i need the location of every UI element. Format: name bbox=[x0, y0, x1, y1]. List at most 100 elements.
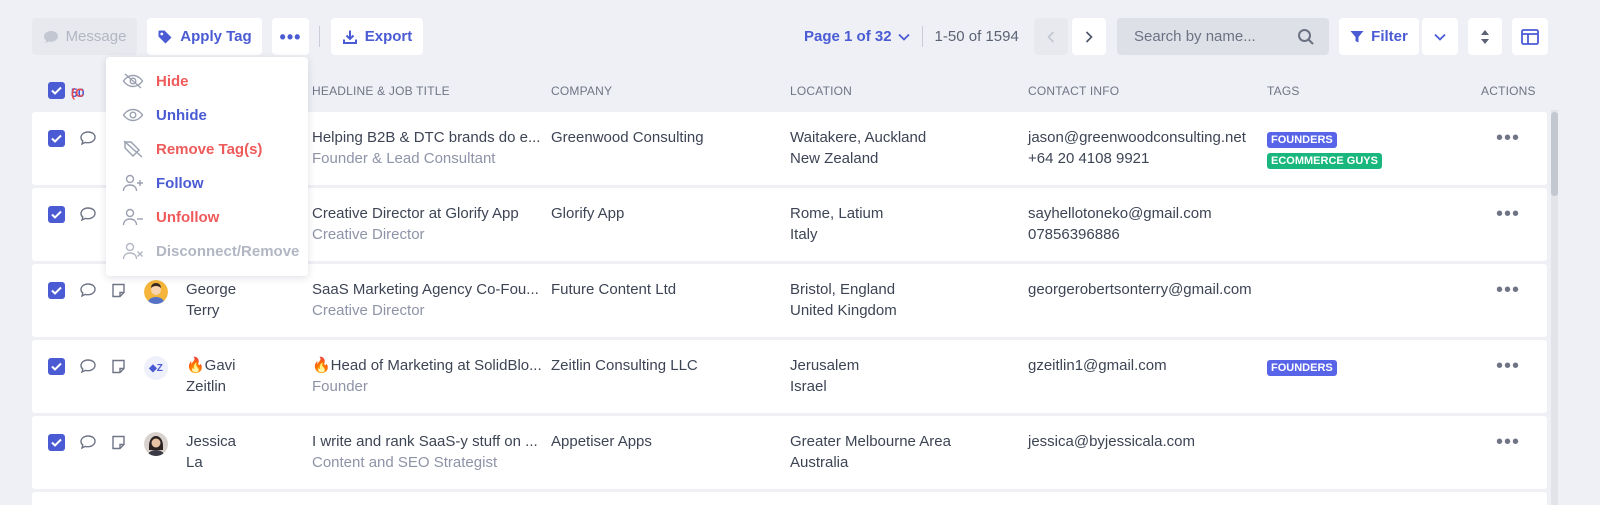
contact-cell: sayhellotoneko@gmail.com 07856396886 bbox=[1028, 203, 1212, 245]
city-text: Rome, Latium bbox=[790, 205, 884, 222]
country-text: Italy bbox=[790, 226, 818, 243]
email-text[interactable]: georgerobertsonterry@gmail.com bbox=[1028, 279, 1252, 300]
tag-off-icon bbox=[122, 140, 148, 158]
note-icon[interactable] bbox=[111, 283, 126, 303]
apply-tag-button[interactable]: Apply Tag bbox=[147, 18, 262, 55]
menu-item-remove-tags[interactable]: Remove Tag(s) bbox=[122, 138, 262, 160]
select-all-checkbox[interactable] bbox=[48, 82, 65, 99]
table-row[interactable]: ◆Z 🔥Gavi Zeitlin 🔥Head of Marketing at S… bbox=[32, 340, 1547, 413]
email-text[interactable]: jason@greenwoodconsulting.net bbox=[1028, 127, 1246, 148]
menu-item-hide[interactable]: Hide bbox=[122, 70, 189, 92]
menu-item-unfollow[interactable]: Unfollow bbox=[122, 206, 219, 228]
location-cell: Bristol, England United Kingdom bbox=[790, 279, 897, 321]
menu-item-follow[interactable]: Follow bbox=[122, 172, 204, 194]
tags-cell: FOUNDERS bbox=[1267, 356, 1337, 377]
menu-item-unhide[interactable]: Unhide bbox=[122, 104, 207, 126]
message-button[interactable]: Message bbox=[32, 18, 137, 55]
note-icon[interactable] bbox=[111, 435, 126, 455]
note-icon[interactable] bbox=[111, 359, 126, 379]
chat-bubble-icon bbox=[43, 29, 59, 45]
message-icon[interactable] bbox=[79, 358, 97, 379]
apply-tag-label: Apply Tag bbox=[180, 28, 252, 45]
menu-item-label: Hide bbox=[156, 72, 189, 90]
header-headline[interactable]: HEADLINE & JOB TITLE bbox=[312, 84, 450, 98]
company-cell: Glorify App bbox=[551, 205, 625, 222]
export-button[interactable]: Export bbox=[331, 18, 423, 55]
filter-label: Filter bbox=[1371, 28, 1408, 45]
message-icon[interactable] bbox=[79, 206, 97, 227]
contact-cell: jason@greenwoodconsulting.net +64 20 410… bbox=[1028, 127, 1246, 169]
header-location[interactable]: LOCATION bbox=[790, 84, 852, 98]
name-cell[interactable]: 🔥Gavi Zeitlin bbox=[186, 355, 236, 397]
message-icon[interactable] bbox=[79, 130, 97, 151]
checkmark-icon bbox=[51, 86, 62, 95]
job-title-text: Founder & Lead Consultant bbox=[312, 150, 496, 167]
funnel-icon bbox=[1350, 30, 1364, 44]
country-text: New Zealand bbox=[790, 150, 879, 167]
email-text[interactable]: sayhellotoneko@gmail.com bbox=[1028, 203, 1212, 224]
name-cell[interactable]: Jessica La bbox=[186, 431, 236, 473]
email-text[interactable]: jessica@byjessicala.com bbox=[1028, 431, 1195, 452]
pager-divider bbox=[921, 26, 923, 47]
next-page-button[interactable] bbox=[1072, 18, 1106, 55]
toolbar: Message Apply Tag ••• Export Page 1 of 3… bbox=[32, 18, 1568, 56]
message-icon[interactable] bbox=[79, 434, 97, 455]
filter-dropdown-button[interactable] bbox=[1422, 18, 1458, 55]
phone-text[interactable]: +64 20 4108 9921 bbox=[1028, 148, 1246, 169]
scrollbar[interactable] bbox=[1551, 110, 1558, 505]
user-x-icon bbox=[122, 242, 148, 260]
row-actions-icon[interactable]: ••• bbox=[1496, 432, 1520, 452]
row-actions-icon[interactable]: ••• bbox=[1496, 128, 1520, 148]
email-text[interactable]: gzeitlin1@gmail.com bbox=[1028, 355, 1167, 376]
job-title-text: Creative Director bbox=[312, 302, 425, 319]
avatar[interactable] bbox=[144, 280, 168, 304]
tag-badge[interactable]: FOUNDERS bbox=[1267, 132, 1337, 148]
toolbar-divider bbox=[319, 26, 320, 47]
row-checkbox[interactable] bbox=[48, 434, 65, 451]
menu-item-disconnect[interactable]: Disconnect/Remove bbox=[122, 240, 299, 262]
user-plus-icon bbox=[122, 174, 148, 192]
row-actions-icon[interactable]: ••• bbox=[1496, 356, 1520, 376]
header-tags[interactable]: TAGS bbox=[1267, 84, 1300, 98]
job-title-text: Creative Director bbox=[312, 226, 425, 243]
more-actions-button[interactable]: ••• bbox=[272, 18, 309, 55]
location-cell: Waitakere, Auckland New Zealand bbox=[790, 127, 926, 169]
row-actions-icon[interactable]: ••• bbox=[1496, 280, 1520, 300]
scrollbar-thumb[interactable] bbox=[1551, 112, 1558, 196]
table-row[interactable]: Jessica La I write and rank SaaS-y stuff… bbox=[32, 416, 1547, 489]
menu-item-label: Disconnect/Remove bbox=[156, 242, 300, 260]
page-select[interactable]: Page 1 of 32 bbox=[804, 28, 910, 45]
checkmark-icon bbox=[51, 134, 62, 143]
header-contact[interactable]: CONTACT INFO bbox=[1028, 84, 1119, 98]
selected-suffix: (C bbox=[71, 86, 85, 100]
avatar[interactable]: ◆Z bbox=[144, 356, 168, 380]
row-actions-icon[interactable]: ••• bbox=[1496, 204, 1520, 224]
tag-badge[interactable]: FOUNDERS bbox=[1267, 360, 1337, 376]
row-checkbox[interactable] bbox=[48, 282, 65, 299]
search-icon[interactable] bbox=[1297, 28, 1315, 46]
avatar[interactable] bbox=[144, 432, 168, 456]
table-row[interactable] bbox=[32, 492, 1547, 505]
menu-item-label: Unhide bbox=[156, 106, 207, 124]
headline-cell: 🔥Head of Marketing at SolidBlo... Founde… bbox=[312, 355, 542, 397]
chevron-down-icon bbox=[1434, 33, 1446, 41]
headline-text: I write and rank SaaS-y stuff on ... bbox=[312, 433, 538, 450]
filter-button[interactable]: Filter bbox=[1339, 18, 1419, 55]
download-icon bbox=[342, 29, 358, 45]
message-icon[interactable] bbox=[79, 282, 97, 303]
prev-page-button[interactable] bbox=[1034, 18, 1068, 55]
sort-button[interactable] bbox=[1468, 18, 1502, 55]
tag-badge[interactable]: ECOMMERCE GUYS bbox=[1267, 153, 1382, 169]
header-company[interactable]: COMPANY bbox=[551, 84, 612, 98]
country-text: Israel bbox=[790, 378, 827, 395]
search-input[interactable] bbox=[1134, 28, 1284, 45]
phone-text[interactable]: 07856396886 bbox=[1028, 224, 1212, 245]
row-checkbox[interactable] bbox=[48, 130, 65, 147]
first-name: 🔥Gavi bbox=[186, 357, 236, 374]
columns-button[interactable] bbox=[1512, 18, 1548, 55]
city-text: Greater Melbourne Area bbox=[790, 433, 951, 450]
name-cell[interactable]: George Terry bbox=[186, 279, 236, 321]
row-checkbox[interactable] bbox=[48, 358, 65, 375]
city-text: Bristol, England bbox=[790, 281, 896, 298]
row-checkbox[interactable] bbox=[48, 206, 65, 223]
